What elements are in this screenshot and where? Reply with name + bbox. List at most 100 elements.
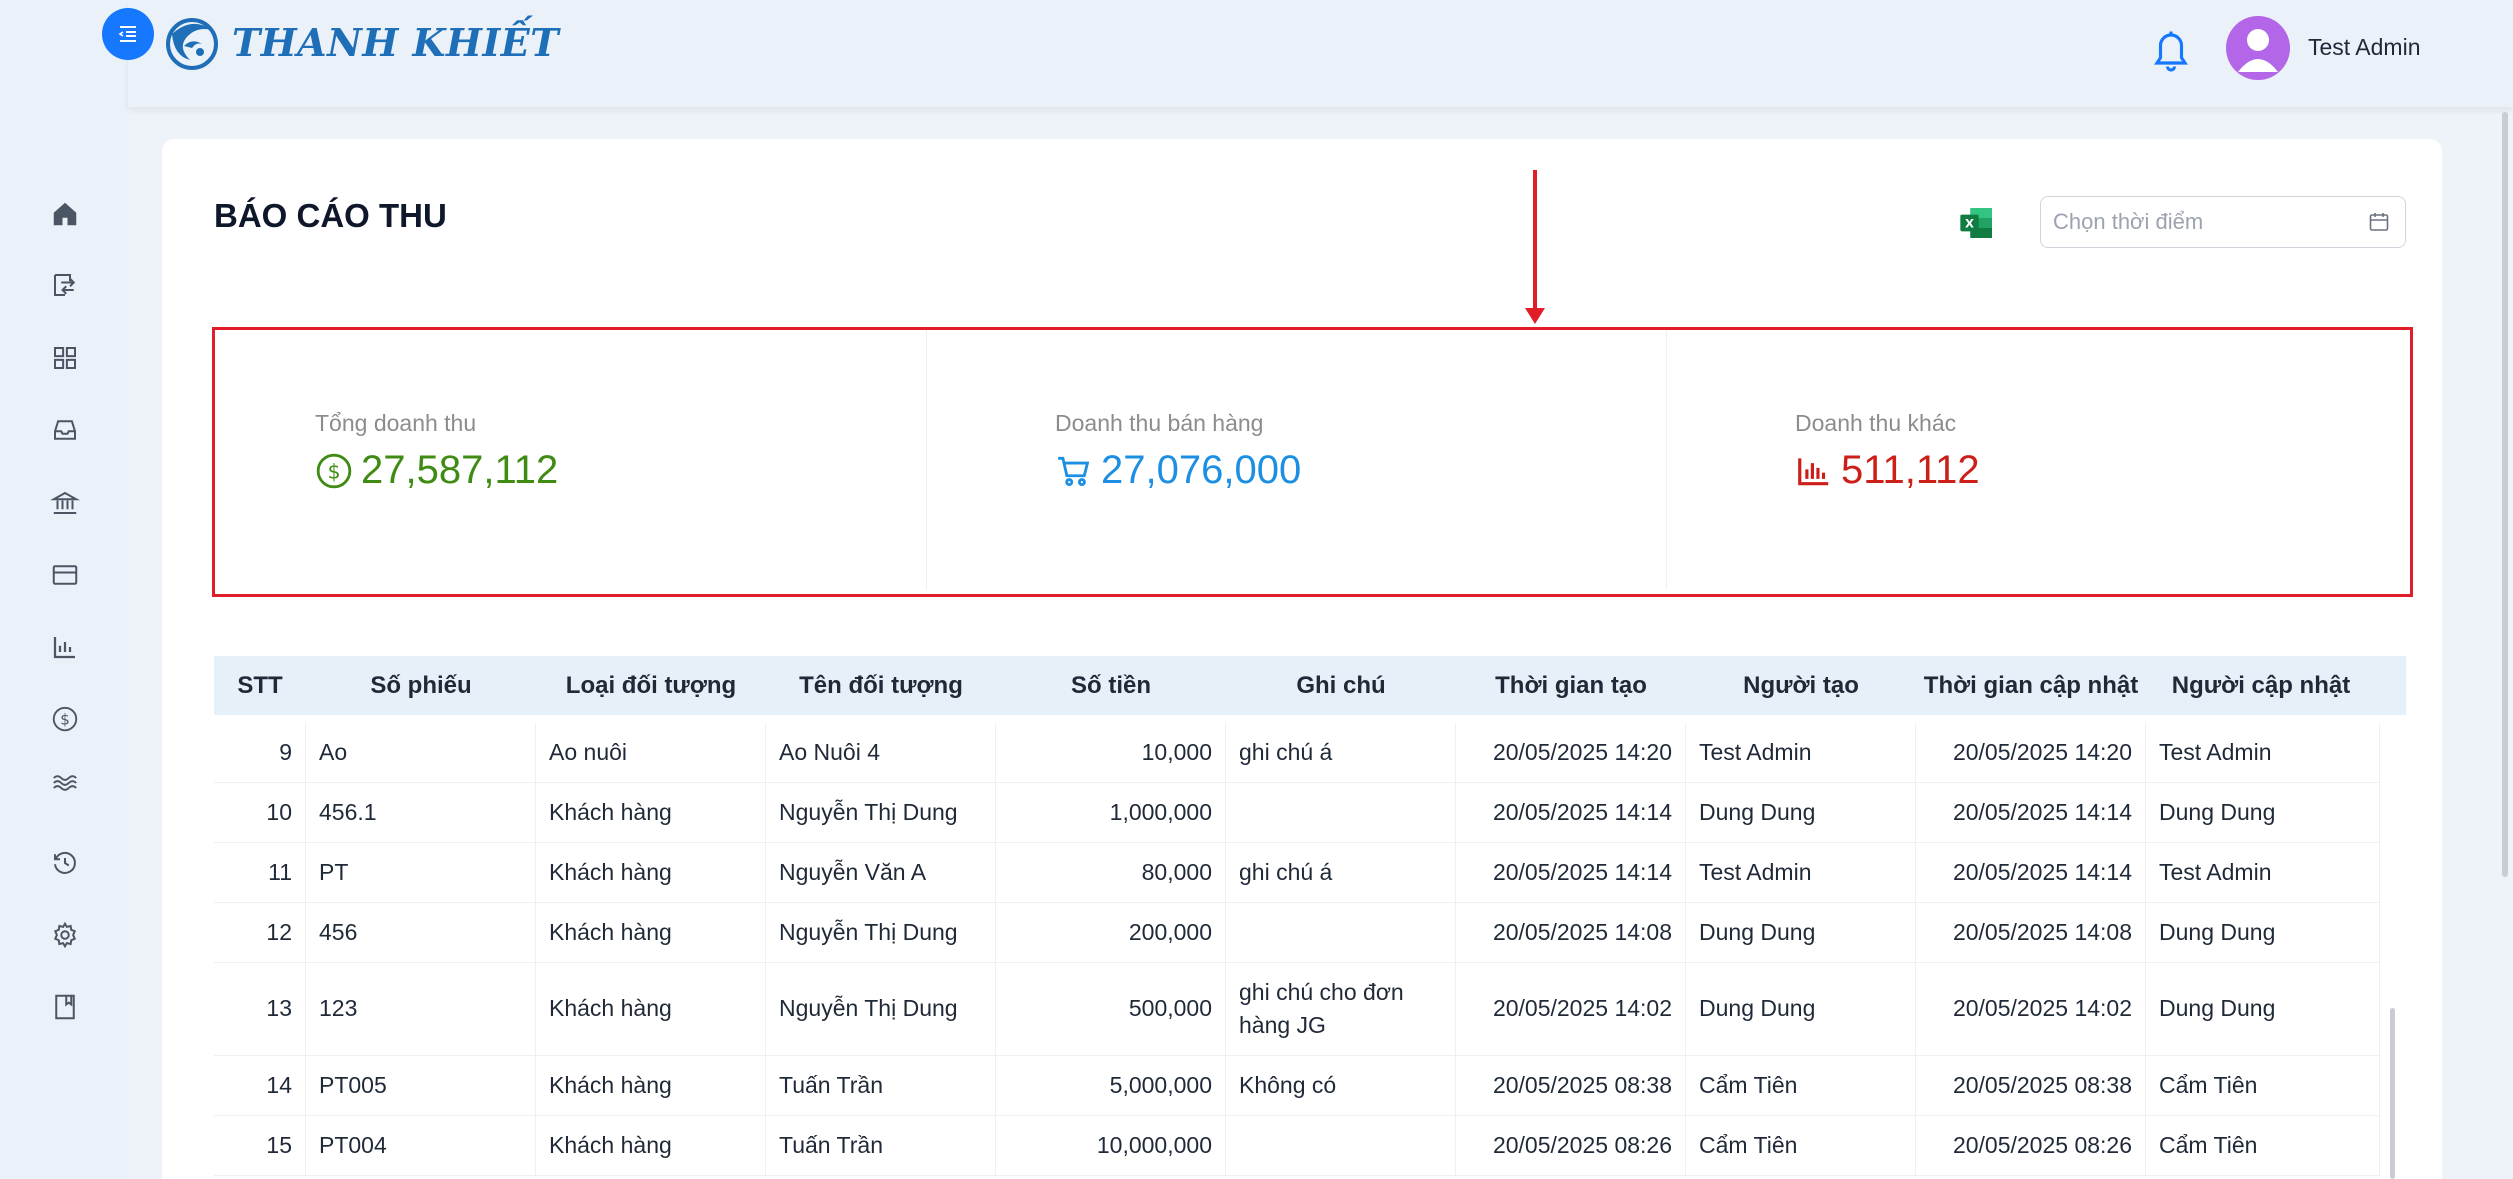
- cell-thoi-gian-tao: 20/05/2025 14:02: [1456, 963, 1686, 1055]
- sidebar: $: [0, 0, 128, 1179]
- cell-stt: 12: [214, 903, 306, 962]
- column-header-so-phieu[interactable]: Số phiếu: [306, 656, 536, 715]
- book-icon[interactable]: [46, 988, 84, 1026]
- menu-toggle-button[interactable]: [102, 8, 154, 60]
- cell-stt: 14: [214, 1056, 306, 1115]
- cell-ghi-chu: [1226, 783, 1456, 842]
- table-row[interactable]: 13 123 Khách hàng Nguyễn Thị Dung 500,00…: [214, 963, 2380, 1056]
- cell-nguoi-cap-nhat: Test Admin: [2146, 843, 2380, 902]
- cell-loai-doi-tuong: Khách hàng: [536, 903, 766, 962]
- cell-nguoi-tao: Test Admin: [1686, 843, 1916, 902]
- gear-icon[interactable]: [46, 916, 84, 954]
- brand-logo[interactable]: THANH KHIẾT: [162, 12, 559, 72]
- user-name[interactable]: Test Admin: [2308, 34, 2421, 61]
- cell-nguoi-tao: Cẩm Tiên: [1686, 1056, 1916, 1115]
- annotation-arrow-head: [1525, 308, 1545, 324]
- column-header-nguoi-cap-nhat[interactable]: Người cập nhật: [2146, 656, 2376, 715]
- cell-loai-doi-tuong: Ao nuôi: [536, 723, 766, 782]
- column-header-thoi-gian-tao[interactable]: Thời gian tạo: [1456, 656, 1686, 715]
- cell-nguoi-cap-nhat: Dung Dung: [2146, 963, 2380, 1055]
- cell-loai-doi-tuong: Khách hàng: [536, 843, 766, 902]
- cell-nguoi-tao: Cẩm Tiên: [1686, 1116, 1916, 1175]
- cell-so-phieu: 456.1: [306, 783, 536, 842]
- bank-icon[interactable]: [46, 484, 84, 522]
- cell-so-tien: 1,000,000: [996, 783, 1226, 842]
- page-scrollbar[interactable]: [2502, 112, 2508, 877]
- cell-thoi-gian-cap-nhat: 20/05/2025 14:02: [1916, 963, 2146, 1055]
- cell-so-phieu: 123: [306, 963, 536, 1055]
- cell-ten-doi-tuong: Tuấn Trần: [766, 1116, 996, 1175]
- cell-thoi-gian-cap-nhat: 20/05/2025 14:14: [1916, 843, 2146, 902]
- column-header-stt[interactable]: STT: [214, 656, 306, 715]
- dollar-icon[interactable]: $: [46, 700, 84, 738]
- waves-icon[interactable]: [46, 764, 84, 802]
- cell-so-tien: 10,000: [996, 723, 1226, 782]
- cell-stt: 10: [214, 783, 306, 842]
- column-header-ten-doi-tuong[interactable]: Tên đối tượng: [766, 656, 996, 715]
- cell-ghi-chu: ghi chú cho đơn hàng JG: [1226, 963, 1456, 1055]
- date-picker[interactable]: [2040, 196, 2406, 248]
- cell-nguoi-tao: Dung Dung: [1686, 963, 1916, 1055]
- table-row[interactable]: 11 PT Khách hàng Nguyễn Văn A 80,000 ghi…: [214, 843, 2380, 903]
- table-row[interactable]: 15 PT004 Khách hàng Tuấn Trần 10,000,000…: [214, 1116, 2380, 1176]
- cell-so-phieu: 456: [306, 903, 536, 962]
- cell-thoi-gian-cap-nhat: 20/05/2025 08:38: [1916, 1056, 2146, 1115]
- cell-ghi-chu: [1226, 903, 1456, 962]
- cell-nguoi-cap-nhat: Test Admin: [2146, 723, 2380, 782]
- table-row[interactable]: 10 456.1 Khách hàng Nguyễn Thị Dung 1,00…: [214, 783, 2380, 843]
- cell-so-phieu: Ao: [306, 723, 536, 782]
- cell-loai-doi-tuong: Khách hàng: [536, 1116, 766, 1175]
- cell-loai-doi-tuong: Khách hàng: [536, 963, 766, 1055]
- cell-thoi-gian-tao: 20/05/2025 08:38: [1456, 1056, 1686, 1115]
- cell-stt: 15: [214, 1116, 306, 1175]
- cell-ten-doi-tuong: Nguyễn Văn A: [766, 843, 996, 902]
- table-scrollbar[interactable]: [2390, 1008, 2395, 1179]
- cell-stt: 11: [214, 843, 306, 902]
- column-header-thoi-gian-cap-nhat[interactable]: Thời gian cập nhật: [1916, 656, 2146, 715]
- excel-export-icon[interactable]: X: [1957, 203, 1997, 247]
- svg-text:X: X: [1965, 216, 1974, 230]
- svg-text:$: $: [60, 711, 70, 729]
- cell-ten-doi-tuong: Tuấn Trần: [766, 1056, 996, 1115]
- cell-ten-doi-tuong: Nguyễn Thị Dung: [766, 783, 996, 842]
- cell-nguoi-cap-nhat: Cẩm Tiên: [2146, 1116, 2380, 1175]
- table-row[interactable]: 9 Ao Ao nuôi Ao Nuôi 4 10,000 ghi chú á …: [214, 723, 2380, 783]
- cell-so-tien: 80,000: [996, 843, 1226, 902]
- transfer-icon[interactable]: [46, 266, 84, 304]
- notification-bell-icon[interactable]: [2150, 26, 2192, 76]
- user-avatar[interactable]: [2226, 16, 2290, 80]
- cell-ten-doi-tuong: Ao Nuôi 4: [766, 723, 996, 782]
- cell-ghi-chu: ghi chú á: [1226, 723, 1456, 782]
- grid-icon[interactable]: [46, 339, 84, 377]
- cell-thoi-gian-tao: 20/05/2025 08:26: [1456, 1116, 1686, 1175]
- annotation-highlight-box: [212, 327, 2413, 597]
- cell-thoi-gian-tao: 20/05/2025 14:14: [1456, 783, 1686, 842]
- table-header: STT Số phiếu Loại đối tượng Tên đối tượn…: [214, 656, 2406, 715]
- date-input[interactable]: [2053, 207, 2353, 237]
- cell-thoi-gian-cap-nhat: 20/05/2025 14:08: [1916, 903, 2146, 962]
- cell-stt: 9: [214, 723, 306, 782]
- column-header-so-tien[interactable]: Số tiền: [996, 656, 1226, 715]
- cell-ghi-chu: [1226, 1116, 1456, 1175]
- column-header-loai-doi-tuong[interactable]: Loại đối tượng: [536, 656, 766, 715]
- cell-nguoi-tao: Dung Dung: [1686, 783, 1916, 842]
- cell-nguoi-cap-nhat: Dung Dung: [2146, 903, 2380, 962]
- menu-fold-icon: [118, 26, 136, 42]
- history-icon[interactable]: [46, 844, 84, 882]
- brand-logo-icon: [166, 18, 218, 70]
- inbox-icon[interactable]: [46, 411, 84, 449]
- cell-so-tien: 200,000: [996, 903, 1226, 962]
- cell-thoi-gian-cap-nhat: 20/05/2025 08:26: [1916, 1116, 2146, 1175]
- home-icon[interactable]: [46, 195, 84, 233]
- brand-name: THANH KHIẾT: [232, 19, 559, 65]
- calendar-icon[interactable]: [2367, 210, 2391, 234]
- table-row[interactable]: 12 456 Khách hàng Nguyễn Thị Dung 200,00…: [214, 903, 2380, 963]
- cell-thoi-gian-cap-nhat: 20/05/2025 14:14: [1916, 783, 2146, 842]
- table-row[interactable]: 14 PT005 Khách hàng Tuấn Trần 5,000,000 …: [214, 1056, 2380, 1116]
- bar-chart-icon[interactable]: [46, 628, 84, 666]
- cell-stt: 13: [214, 963, 306, 1055]
- column-header-nguoi-tao[interactable]: Người tạo: [1686, 656, 1916, 715]
- card-icon[interactable]: [46, 556, 84, 594]
- cell-nguoi-tao: Test Admin: [1686, 723, 1916, 782]
- column-header-ghi-chu[interactable]: Ghi chú: [1226, 656, 1456, 715]
